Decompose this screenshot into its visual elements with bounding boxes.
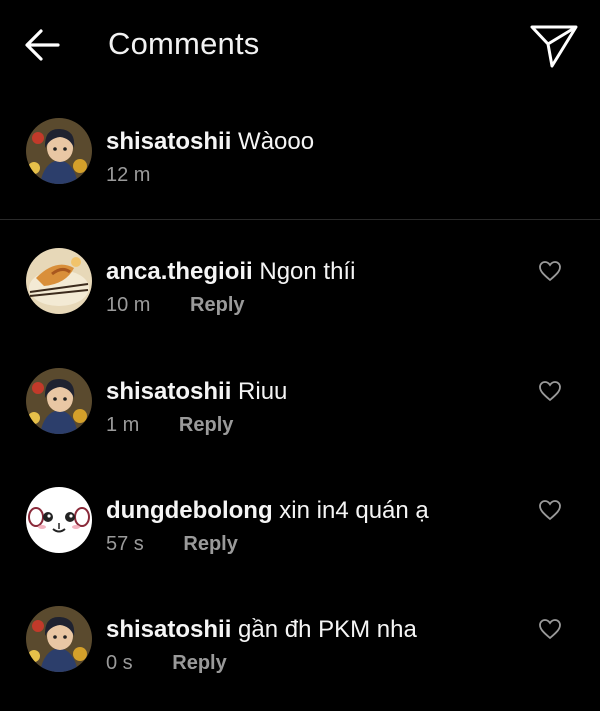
comment-text: Riuu — [238, 378, 288, 405]
divider — [0, 219, 600, 220]
comment-line: shisatoshii gần đh PKM nha — [106, 616, 417, 644]
avatar[interactable] — [26, 118, 92, 184]
avatar[interactable] — [26, 368, 92, 434]
caption-post: shisatoshii Wàooo 12 m — [0, 108, 600, 218]
avatar[interactable] — [26, 606, 92, 672]
avatar[interactable] — [26, 487, 92, 553]
caption-line: shisatoshii Wàooo — [106, 128, 314, 156]
username[interactable]: shisatoshii — [106, 378, 231, 405]
comment-item: shisatoshii Riuu 1 m Reply — [0, 360, 600, 470]
comment-line: anca.thegioii Ngon thíi — [106, 258, 355, 286]
header-bar: Comments — [0, 0, 600, 92]
page-title: Comments — [108, 26, 260, 61]
reply-button[interactable]: Reply — [172, 652, 226, 674]
heart-icon[interactable] — [538, 618, 562, 640]
comment-line: shisatoshii Riuu — [106, 378, 287, 406]
avatar[interactable] — [26, 248, 92, 314]
comment-meta: 1 m Reply — [106, 414, 233, 437]
comment-text: Ngon thíi — [259, 258, 356, 285]
username[interactable]: anca.thegioii — [106, 258, 253, 285]
timestamp: 0 s — [106, 652, 133, 674]
comment-meta: 0 s Reply — [106, 652, 227, 675]
arrow-left-icon[interactable] — [24, 28, 60, 62]
timestamp: 57 s — [106, 533, 144, 555]
paper-plane-icon[interactable] — [528, 22, 580, 70]
heart-icon[interactable] — [538, 260, 562, 282]
comment-text: gần đh PKM nha — [238, 616, 417, 643]
username[interactable]: shisatoshii — [106, 128, 231, 155]
timestamp: 1 m — [106, 414, 140, 436]
caption-meta: 12 m — [106, 164, 150, 187]
comment-text: xin in4 quán ạ — [279, 497, 429, 524]
username[interactable]: dungdebolong — [106, 497, 273, 524]
timestamp: 10 m — [106, 294, 151, 316]
reply-button[interactable]: Reply — [190, 294, 244, 316]
reply-button[interactable]: Reply — [183, 533, 237, 555]
comment-item: dungdebolong xin in4 quán ạ 57 s Reply — [0, 479, 600, 589]
reply-button[interactable]: Reply — [179, 414, 233, 436]
comment-meta: 10 m Reply — [106, 294, 245, 317]
username[interactable]: shisatoshii — [106, 616, 231, 643]
comment-item: shisatoshii gần đh PKM nha 0 s Reply — [0, 598, 600, 708]
heart-icon[interactable] — [538, 380, 562, 402]
heart-icon[interactable] — [538, 499, 562, 521]
comment-item: anca.thegioii Ngon thíi 10 m Reply — [0, 240, 600, 350]
caption-text: Wàooo — [238, 128, 315, 155]
comment-line: dungdebolong xin in4 quán ạ — [106, 497, 429, 525]
timestamp: 12 m — [106, 164, 151, 186]
comment-meta: 57 s Reply — [106, 533, 238, 556]
